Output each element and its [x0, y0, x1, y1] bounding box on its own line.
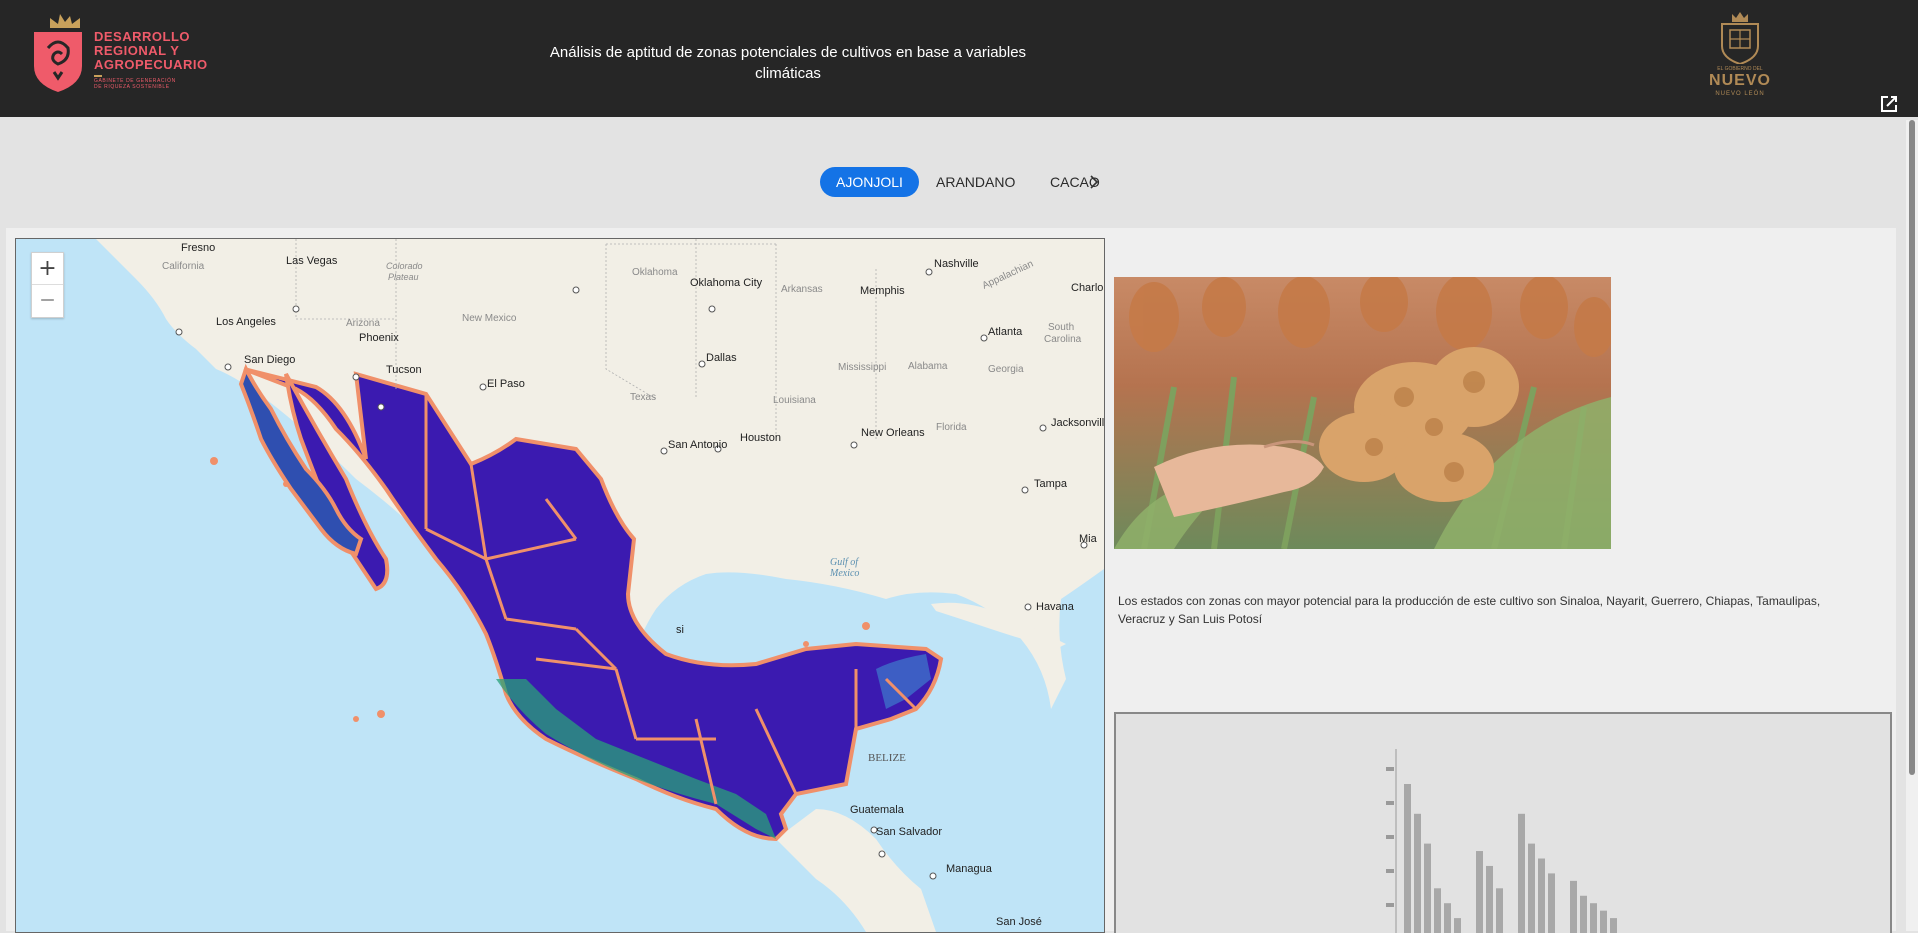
- histogram-bar: [1538, 859, 1545, 933]
- desarrollo-regional-logo: DESARROLLO REGIONAL Y AGROPECUARIO GABIN…: [30, 14, 230, 94]
- label-san-antonio: San Antonio: [668, 439, 727, 451]
- label-arkansas: Arkansas: [781, 284, 823, 295]
- label-mexico-sea: Mexico: [829, 568, 859, 579]
- label-los-angeles: Los Angeles: [216, 316, 276, 328]
- label-managua: Managua: [946, 863, 993, 875]
- label-las-vegas: Las Vegas: [286, 255, 338, 267]
- zoom-in-button[interactable]: +: [32, 253, 63, 285]
- y-tick: [1386, 903, 1394, 907]
- app-header: DESARROLLO REGIONAL Y AGROPECUARIO GABIN…: [0, 0, 1918, 117]
- y-tick: [1386, 869, 1394, 873]
- page-scrollbar[interactable]: [1906, 120, 1918, 931]
- label-guatemala: Guatemala: [850, 804, 905, 816]
- label-tampa: Tampa: [1034, 478, 1068, 490]
- crop-description: Los estados con zonas con mayor potencia…: [1118, 592, 1858, 628]
- logo-subtitle: GABINETE DE GENERACIÓN DE RIQUEZA SOSTEN…: [94, 78, 176, 90]
- tab-arandano[interactable]: ARANDANO: [920, 167, 1031, 197]
- basemap: Fresno California Las Vegas Colorado Pla…: [16, 239, 1104, 932]
- label-louisiana: Louisiana: [773, 395, 816, 406]
- histogram-bar: [1414, 814, 1421, 933]
- label-havana: Havana: [1036, 601, 1075, 613]
- label-plateau: Plateau: [388, 272, 419, 282]
- app-title: Análisis de aptitud de zonas potenciales…: [520, 42, 1056, 84]
- histogram-bar: [1518, 814, 1525, 933]
- gobierno-nuevo-leon-logo: EL GOBIERNO DEL NUEVO NUEVO LEÓN: [1700, 12, 1780, 97]
- crop-photo: [1114, 277, 1611, 549]
- label-phoenix: Phoenix: [359, 332, 399, 344]
- shield-logo-icon: [30, 14, 90, 94]
- label-south: South: [1048, 322, 1074, 333]
- label-oklahoma: Oklahoma: [632, 267, 678, 278]
- label-gulf: Gulf of: [830, 557, 859, 568]
- label-houston: Houston: [740, 432, 781, 444]
- open-in-new-icon[interactable]: [1877, 92, 1901, 116]
- label-carolina: Carolina: [1044, 334, 1082, 345]
- label-oklahoma-city: Oklahoma City: [690, 277, 763, 289]
- label-colorado: Colorado: [386, 261, 423, 271]
- chevron-right-icon[interactable]: [1086, 172, 1102, 192]
- label-fresno: Fresno: [181, 242, 215, 254]
- y-tick: [1386, 835, 1394, 839]
- label-alabama: Alabama: [908, 361, 948, 372]
- label-charlo: Charlo: [1071, 282, 1103, 294]
- histogram-bar: [1404, 784, 1411, 933]
- histogram-bar: [1496, 888, 1503, 933]
- histogram-svg: [1116, 714, 1890, 933]
- histogram-bar: [1424, 844, 1431, 933]
- y-tick: [1386, 801, 1394, 805]
- histogram-bar: [1570, 881, 1577, 933]
- label-jacksonville: Jacksonvill: [1051, 417, 1104, 429]
- label-texas: Texas: [630, 392, 656, 403]
- histogram-bar: [1434, 888, 1441, 933]
- label-arizona: Arizona: [346, 318, 380, 329]
- label-new-orleans: New Orleans: [861, 427, 925, 439]
- label-florida: Florida: [936, 422, 967, 433]
- label-atlanta: Atlanta: [988, 326, 1023, 338]
- label-belize: BELIZE: [868, 752, 906, 764]
- label-new-mexico: New Mexico: [462, 313, 517, 324]
- scrollbar-thumb[interactable]: [1909, 120, 1915, 775]
- tab-ajonjoli[interactable]: AJONJOLI: [820, 167, 919, 197]
- histogram-bar: [1486, 866, 1493, 933]
- label-georgia: Georgia: [988, 364, 1024, 375]
- histogram-bar: [1600, 911, 1607, 933]
- zoom-control: + —: [31, 252, 64, 318]
- label-mississippi: Mississippi: [838, 362, 886, 373]
- label-dallas: Dallas: [706, 352, 737, 364]
- histogram-bar: [1444, 903, 1451, 933]
- label-tucson: Tucson: [386, 364, 422, 376]
- zoom-out-button[interactable]: —: [32, 285, 63, 316]
- label-san-jose: San José: [996, 916, 1042, 928]
- histogram-bar: [1528, 844, 1535, 933]
- label-san-diego: San Diego: [244, 354, 295, 366]
- label-nashville: Nashville: [934, 258, 979, 270]
- histogram-bar: [1590, 903, 1597, 933]
- label-si: si: [676, 624, 684, 636]
- y-tick: [1386, 767, 1394, 771]
- label-san-salvador: San Salvador: [876, 826, 942, 838]
- histogram-bar: [1548, 873, 1555, 933]
- logo-wordmark: DESARROLLO REGIONAL Y AGROPECUARIO: [94, 30, 208, 77]
- gov-state-text: NUEVO LEÓN: [1700, 91, 1780, 97]
- label-california: California: [162, 261, 205, 272]
- suitability-histogram: [1114, 712, 1892, 933]
- histogram-bar: [1476, 851, 1483, 933]
- coat-of-arms-icon: [1718, 12, 1762, 64]
- label-memphis: Memphis: [860, 285, 905, 297]
- histogram-bar: [1580, 896, 1587, 933]
- gov-big-text: NUEVO: [1700, 72, 1780, 90]
- crop-tabs: AJONJOLI ARANDANO CACAO: [820, 167, 1110, 197]
- map-view[interactable]: Fresno California Las Vegas Colorado Pla…: [15, 238, 1105, 933]
- label-el-paso: El Paso: [487, 378, 525, 390]
- label-mia: Mia: [1079, 533, 1098, 545]
